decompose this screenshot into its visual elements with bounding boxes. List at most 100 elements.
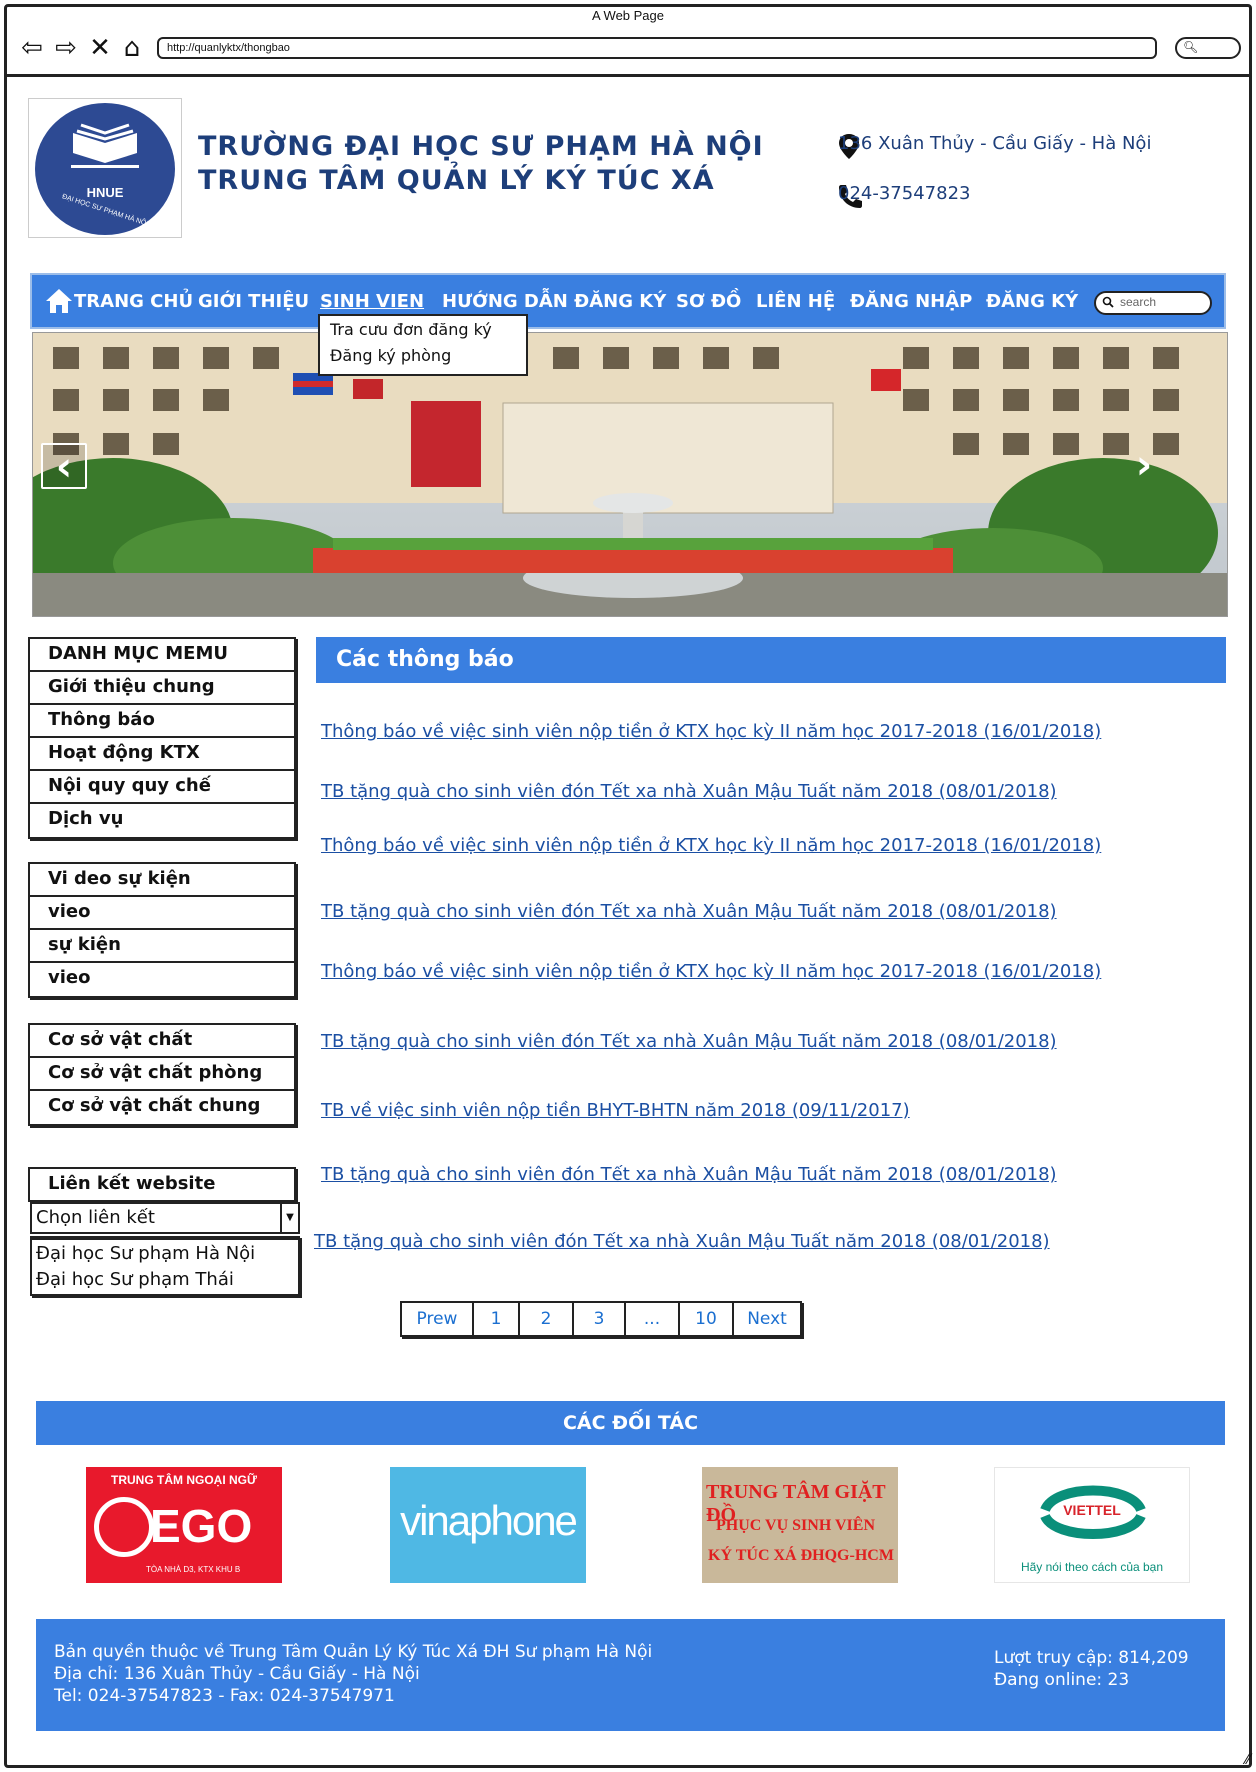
menu-category-title: DANH MỤC MEMU <box>30 639 294 672</box>
notice-link[interactable]: Thông báo về việc sinh viên nộp tiền ở K… <box>321 961 1101 982</box>
nav-search-input[interactable]: search <box>1094 291 1212 315</box>
partner-vinaphone-logo[interactable]: vinaphone <box>390 1467 586 1583</box>
pagination-page-button[interactable]: 2 <box>520 1303 574 1335</box>
search-icon <box>1102 296 1114 308</box>
menu-category-box: DANH MỤC MEMU Giới thiệu chung Thông báo… <box>28 637 296 839</box>
home-icon[interactable] <box>44 287 74 315</box>
logo-emblem: HNUE ĐẠI HỌC SƯ PHẠM HÀ NỘI <box>35 103 175 235</box>
dropdown-item-lookup[interactable]: Tra cưu đơn đăng ký <box>330 320 492 339</box>
home-icon[interactable]: ⌂ <box>117 33 147 63</box>
footer-tel-fax: Tel: 024-37547823 - Fax: 024-37547971 <box>54 1686 395 1706</box>
notice-link[interactable]: Thông báo về việc sinh viên nộp tiền ở K… <box>321 721 1101 742</box>
search-placeholder: search <box>1120 295 1157 309</box>
nav-student[interactable]: SINH VIEN <box>320 291 424 312</box>
menu-item-rules[interactable]: Nội quy quy chế <box>30 771 294 804</box>
video-item[interactable]: vieo <box>30 897 294 930</box>
back-icon[interactable]: ⇦ <box>17 33 47 63</box>
vinaphone-text: vinaphone <box>400 1497 578 1544</box>
school-title: TRƯỜNG ĐẠI HỌC SƯ PHẠM HÀ NỘI TRUNG TÂM … <box>198 130 764 198</box>
menu-item-services[interactable]: Dịch vụ <box>30 804 294 837</box>
browser-toolbar: ⇦ ⇨ ✕ ⌂ http://quanlyktx/thongbao 🔍︎ <box>7 25 1249 77</box>
notice-link[interactable]: TB về việc sinh viên nộp tiền BHYT-BHTN … <box>321 1100 910 1121</box>
web-links-title: Liên kết website <box>48 1173 216 1194</box>
web-link-option[interactable]: Đại học Sư phạm Hà Nội <box>32 1238 298 1266</box>
viettel-text: VIETTEL <box>1063 1502 1121 1518</box>
pagination: Prew 1 2 3 ... 10 Next <box>400 1301 802 1337</box>
nav-contact[interactable]: LIÊN HỆ <box>756 291 835 312</box>
page-footer: Bản quyền thuộc về Trung Tâm Quản Lý Ký … <box>36 1619 1225 1731</box>
notice-link[interactable]: Thông báo về việc sinh viên nộp tiền ở K… <box>321 835 1101 856</box>
menu-item-notice[interactable]: Thông báo <box>30 705 294 738</box>
menu-item-activities[interactable]: Hoạt động KTX <box>30 738 294 771</box>
video-box: Vi deo sự kiện vieo sự kiện vieo <box>28 862 296 998</box>
pagination-page-button[interactable]: 10 <box>680 1303 734 1335</box>
notice-link[interactable]: TB tặng quà cho sinh viên đón Tết xa nhà… <box>321 1031 1057 1052</box>
partner-laundry-logo[interactable]: TRUNG TÂM GIẶT ĐỒ PHỤC VỤ SINH VIÊN KÝ T… <box>702 1467 898 1583</box>
ego-top-text: TRUNG TÂM NGOẠI NGỮ <box>111 1473 257 1487</box>
url-input[interactable]: http://quanlyktx/thongbao <box>157 37 1157 59</box>
web-links-selected: Chọn liên kết <box>36 1207 155 1228</box>
notice-link[interactable]: TB tặng quà cho sinh viên đón Tết xa nhà… <box>321 901 1057 922</box>
resize-grip-icon[interactable]: ⁄⁄ <box>1245 1752 1250 1768</box>
notice-link[interactable]: TB tặng quà cho sinh viên đón Tết xa nhà… <box>314 1231 1050 1252</box>
partners-title: CÁC ĐỐI TÁC <box>36 1401 1225 1445</box>
facilities-room-item[interactable]: Cơ sở vật chất phòng <box>30 1058 294 1091</box>
facilities-common-item[interactable]: Cơ sở vật chất chung <box>30 1091 294 1124</box>
video-item[interactable]: sự kiện <box>30 930 294 963</box>
footer-address: Địa chỉ: 136 Xuân Thủy - Cầu Giấy - Hà N… <box>54 1664 420 1684</box>
pagination-page-button[interactable]: 1 <box>474 1303 520 1335</box>
chevron-down-icon[interactable]: ▼ <box>280 1204 298 1232</box>
ego-circle-icon <box>94 1497 154 1557</box>
nav-login[interactable]: ĐĂNG NHẬP <box>850 291 972 312</box>
pagination-prev-button[interactable]: Prew <box>402 1303 474 1335</box>
nav-about[interactable]: GIỚI THIỆU <box>198 291 309 312</box>
notices-title: Các thông báo <box>316 637 1226 683</box>
window-title: A Web Page <box>591 8 665 23</box>
web-links-options: Đại học Sư phạm Hà Nội Đại học Sư phạm T… <box>30 1236 300 1296</box>
carousel-prev-button[interactable]: ‹ <box>41 443 87 489</box>
web-links-select[interactable]: Chọn liên kết ▼ <box>30 1202 300 1234</box>
close-icon[interactable]: ✕ <box>85 33 115 63</box>
school-logo[interactable]: HNUE ĐẠI HỌC SƯ PHẠM HÀ NỘI <box>28 98 182 238</box>
web-link-option[interactable]: Đại học Sư phạm Thái <box>32 1266 298 1294</box>
ego-name-text: EGO <box>150 1500 253 1552</box>
dropdown-item-register-room[interactable]: Đăng ký phòng <box>330 346 451 365</box>
partner-viettel-logo[interactable]: VIETTEL Hãy nói theo cách của bạn <box>994 1467 1190 1583</box>
footer-copyright: Bản quyền thuộc về Trung Tâm Quản Lý Ký … <box>54 1642 653 1662</box>
address-text: 136 Xuân Thủy - Cầu Giấy - Hà Nội <box>838 133 1152 154</box>
browser-search-input[interactable]: 🔍︎ <box>1175 37 1241 59</box>
facilities-box: Cơ sở vật chất Cơ sở vật chất phòng Cơ s… <box>28 1023 296 1126</box>
video-title: Vi deo sự kiện <box>30 864 294 897</box>
web-links-box: Liên kết website <box>28 1167 296 1202</box>
nav-register-guide[interactable]: HƯỚNG DẪN ĐĂNG KÝ <box>442 291 666 312</box>
main-navbar: TRANG CHỦ GIỚI THIỆU SINH VIEN HƯỚNG DẪN… <box>30 273 1226 329</box>
student-dropdown-menu: Tra cưu đơn đăng ký Đăng ký phòng <box>318 314 528 376</box>
footer-visits: Lượt truy cập: 814,209 <box>994 1648 1189 1668</box>
notice-link[interactable]: TB tặng quà cho sinh viên đón Tết xa nhà… <box>321 781 1057 802</box>
partner-ego-logo[interactable]: TRUNG TÂM NGOẠI NGỮ EGO TÒA NHÀ D3, KTX … <box>86 1467 282 1583</box>
carousel-next-button[interactable]: › <box>1121 443 1167 489</box>
laundry-line2: PHỤC VỤ SINH VIÊN <box>716 1517 875 1534</box>
school-name-line2: TRUNG TÂM QUẢN LÝ KÝ TÚC XÁ <box>198 165 715 196</box>
campus-photo <box>33 333 1227 616</box>
viettel-slogan: Hãy nói theo cách của bạn <box>1020 1560 1164 1574</box>
phone-text: 024-37547823 <box>838 183 971 204</box>
search-icon: 🔍︎ <box>1183 40 1199 54</box>
ego-sub-text: TÒA NHÀ D3, KTX KHU B <box>146 1565 241 1574</box>
laundry-line3: KÝ TÚC XÁ ĐHQG-HCM <box>708 1547 894 1564</box>
forward-icon[interactable]: ⇨ <box>51 33 81 63</box>
facilities-title: Cơ sở vật chất <box>30 1025 294 1058</box>
video-item[interactable]: vieo <box>30 963 294 996</box>
book-icon <box>71 123 139 168</box>
pagination-page-button[interactable]: 3 <box>574 1303 626 1335</box>
pagination-ellipsis: ... <box>626 1303 680 1335</box>
menu-item-intro[interactable]: Giới thiệu chung <box>30 672 294 705</box>
banner-carousel: ‹ › <box>32 332 1228 617</box>
nav-signup[interactable]: ĐĂNG KÝ <box>986 291 1078 312</box>
school-name-line1: TRƯỜNG ĐẠI HỌC SƯ PHẠM HÀ NỘI <box>198 131 764 162</box>
footer-online: Đang online: 23 <box>994 1670 1130 1690</box>
pagination-next-button[interactable]: Next <box>734 1303 800 1335</box>
notice-link[interactable]: TB tặng quà cho sinh viên đón Tết xa nhà… <box>321 1164 1057 1185</box>
nav-map[interactable]: SƠ ĐỒ <box>676 291 741 312</box>
nav-home[interactable]: TRANG CHỦ <box>74 291 193 312</box>
